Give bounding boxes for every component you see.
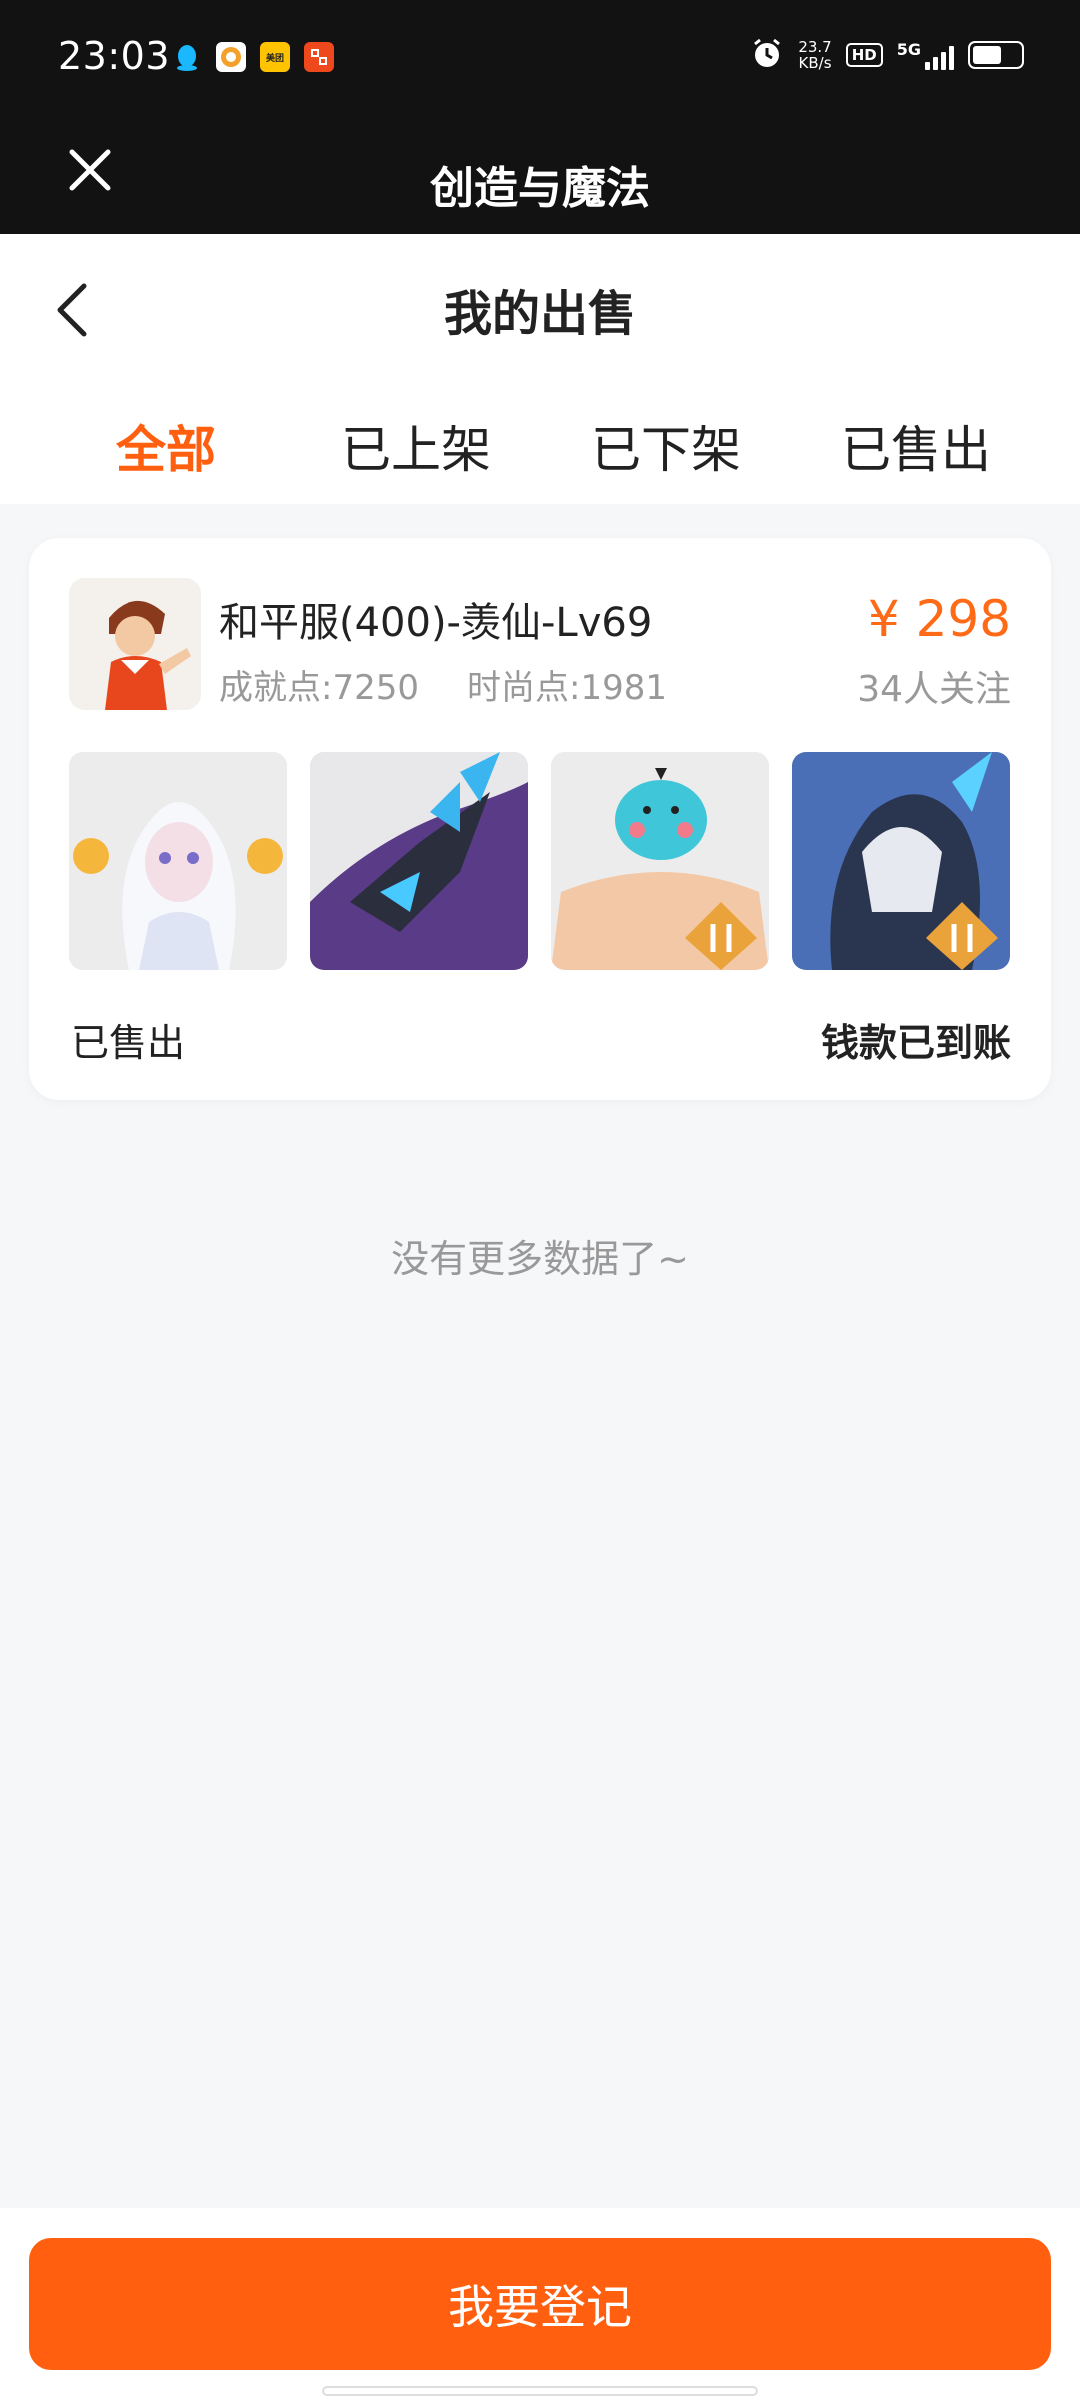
list-end-text: 没有更多数据了~: [391, 1237, 689, 1281]
sale-status: 已售出: [71, 1021, 186, 1065]
status-app-icons: 美团: [172, 42, 334, 72]
battery-icon: [968, 41, 1024, 69]
status-bar: 23:03 美团 23.7 KB/s HD 5G: [0, 0, 1080, 116]
tab-unlisted[interactable]: 已下架: [566, 410, 766, 482]
signal-bars-icon: [925, 40, 954, 70]
dark-dragon-image[interactable]: [310, 752, 528, 970]
page-nav: 我的出售 全部 已上架 已下架 已售出: [0, 234, 1080, 504]
character-avatar: [69, 578, 201, 710]
armored-warrior-image[interactable]: [792, 752, 1010, 970]
hd-badge: HD: [845, 43, 883, 67]
item-price: ¥ 298: [867, 590, 1011, 648]
item-title: 和平服(400)-羡仙-Lv69: [219, 600, 653, 646]
fashion-points: 时尚点:1981: [467, 668, 667, 708]
qq-icon: [172, 42, 202, 72]
follower-count: 34人关注: [857, 669, 1011, 710]
meituan-icon: 美团: [260, 42, 290, 72]
blue-bird-muscle-image[interactable]: [551, 752, 769, 970]
register-button[interactable]: 我要登记: [29, 2238, 1051, 2370]
tab-all[interactable]: 全部: [66, 410, 266, 482]
payment-status: 钱款已到账: [820, 1021, 1011, 1065]
signal-indicator: 5G: [897, 40, 954, 70]
net-speed: 23.7 KB/s: [798, 38, 832, 72]
mini-program-title: 创造与魔法: [430, 163, 650, 214]
white-haired-girl-image[interactable]: [69, 752, 287, 970]
tab-bar: 全部 已上架 已下架 已售出: [0, 410, 1080, 480]
taobao-icon: [304, 42, 334, 72]
alarm-icon: [750, 36, 784, 74]
mini-program-header: 创造与魔法: [0, 116, 1080, 234]
app-icon: [216, 42, 246, 72]
home-indicator[interactable]: [322, 2386, 758, 2396]
sale-item-card[interactable]: 和平服(400)-羡仙-Lv69 成就点:7250 时尚点:1981 ¥ 298…: [29, 538, 1051, 1100]
achievement-points: 成就点:7250: [219, 668, 419, 708]
status-time: 23:03: [58, 34, 171, 78]
tab-listed[interactable]: 已上架: [316, 410, 516, 482]
tab-sold[interactable]: 已售出: [816, 410, 1016, 482]
item-thumbnails: [69, 752, 1010, 970]
status-right: 23.7 KB/s HD 5G: [750, 36, 1024, 74]
page-title: 我的出售: [443, 286, 636, 342]
